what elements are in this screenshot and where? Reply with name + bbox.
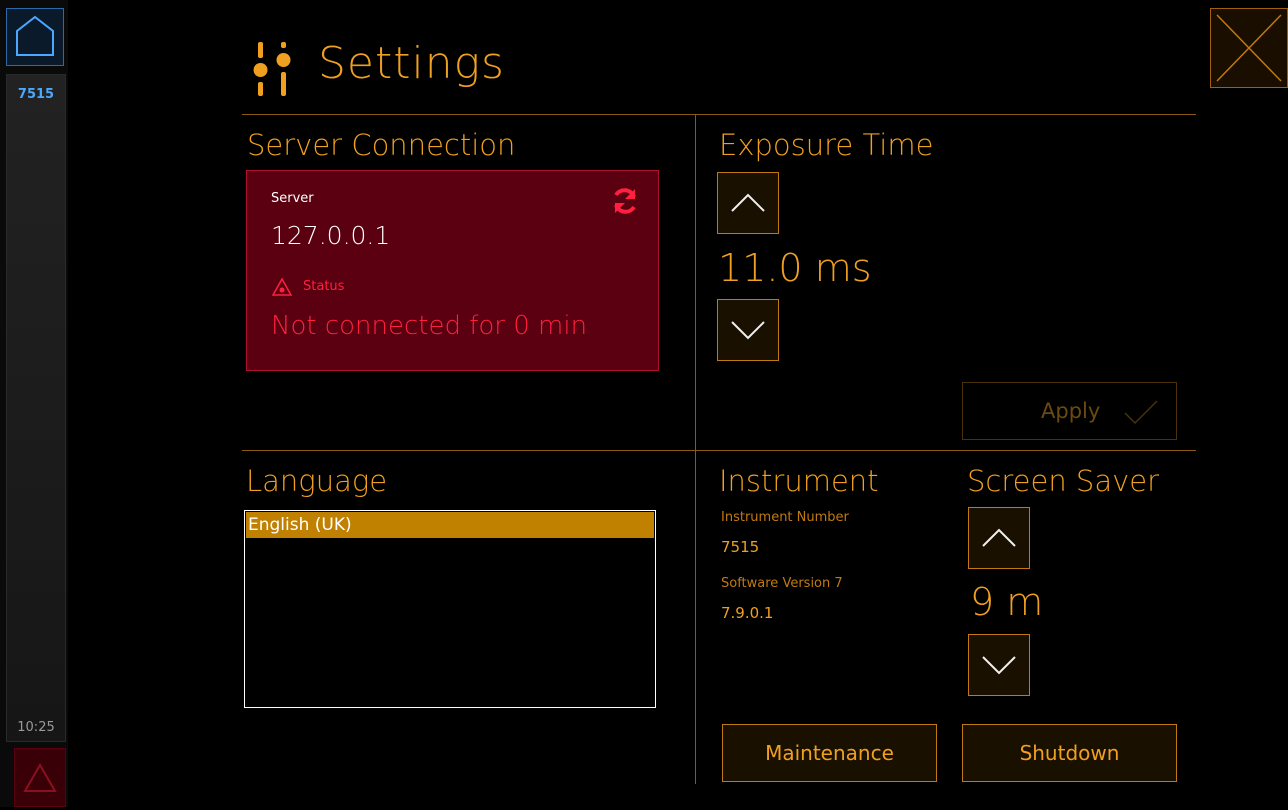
screen-saver-increase-button[interactable] bbox=[968, 507, 1030, 569]
screen-saver-decrease-button[interactable] bbox=[968, 634, 1030, 696]
apply-button[interactable]: Apply bbox=[962, 382, 1177, 440]
exposure-value: 11.0 ms bbox=[718, 246, 872, 290]
checkmark-icon bbox=[1124, 400, 1158, 425]
server-label: Server bbox=[271, 191, 314, 206]
instrument-title: Instrument bbox=[719, 464, 879, 498]
exposure-decrease-button[interactable] bbox=[717, 299, 779, 361]
status-label: Status bbox=[303, 279, 345, 294]
chevron-down-icon bbox=[731, 321, 765, 340]
apply-label: Apply bbox=[1041, 399, 1101, 423]
server-connection-title: Server Connection bbox=[247, 128, 516, 162]
close-button[interactable] bbox=[1210, 8, 1288, 88]
software-version-value: 7.9.0.1 bbox=[721, 604, 774, 622]
exposure-time-title: Exposure Time bbox=[719, 128, 934, 162]
divider bbox=[242, 450, 1196, 451]
warning-triangle-icon bbox=[23, 762, 57, 792]
instrument-number-value: 7515 bbox=[721, 538, 760, 556]
screen-saver-title: Screen Saver bbox=[967, 464, 1160, 498]
language-option-selected[interactable]: English (UK) bbox=[246, 512, 654, 538]
chevron-down-icon bbox=[982, 656, 1016, 675]
alarm-button[interactable] bbox=[14, 748, 66, 807]
home-button[interactable] bbox=[6, 8, 64, 66]
close-icon bbox=[1216, 14, 1282, 82]
software-version-label: Software Version 7 bbox=[721, 576, 843, 591]
status-value: Not connected for 0 min bbox=[271, 311, 588, 341]
divider bbox=[242, 114, 1196, 115]
language-title: Language bbox=[246, 464, 388, 498]
warning-triangle-icon bbox=[271, 277, 293, 296]
clock: 10:25 bbox=[17, 720, 55, 735]
maintenance-button[interactable]: Maintenance bbox=[722, 724, 937, 782]
sidebar-panel: 7515 10:25 bbox=[6, 74, 66, 742]
refresh-icon[interactable] bbox=[610, 185, 640, 217]
language-list[interactable]: English (UK) bbox=[244, 510, 656, 708]
shutdown-button[interactable]: Shutdown bbox=[962, 724, 1177, 782]
chevron-up-icon bbox=[982, 528, 1016, 547]
chevron-up-icon bbox=[731, 193, 765, 212]
exposure-increase-button[interactable] bbox=[717, 172, 779, 234]
server-status-card[interactable]: Server 127.0.0.1 Status Not connected fo… bbox=[246, 170, 659, 371]
divider bbox=[695, 114, 696, 784]
screen-saver-value: 9 m bbox=[970, 580, 1044, 624]
server-value: 127.0.0.1 bbox=[271, 221, 391, 250]
home-icon bbox=[16, 15, 54, 56]
instrument-number-label: Instrument Number bbox=[721, 510, 849, 525]
sliders-icon bbox=[253, 42, 291, 96]
sidebar-instrument-id[interactable]: 7515 bbox=[7, 87, 65, 102]
page-title: Settings bbox=[318, 38, 505, 89]
